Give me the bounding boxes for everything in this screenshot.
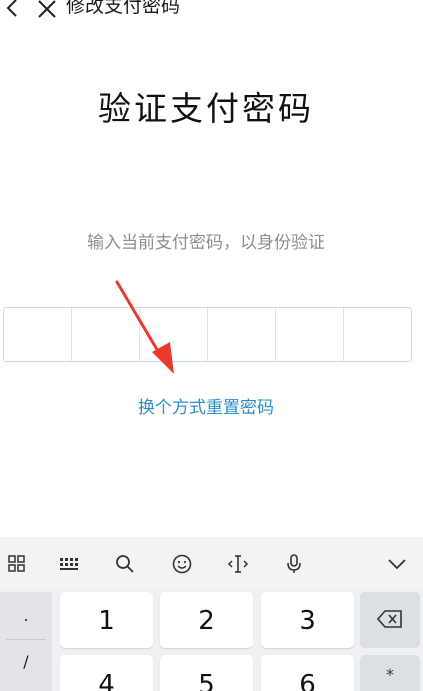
delete-button[interactable] (360, 592, 420, 648)
key-6[interactable]: 6 (261, 655, 354, 691)
search-icon[interactable] (114, 553, 136, 575)
star-key[interactable]: * (360, 655, 420, 691)
nav-title: 修改支付密码 (66, 0, 181, 17)
key-4[interactable]: 4 (60, 655, 153, 691)
cursor-icon[interactable] (227, 553, 249, 575)
symbol-column: . / (0, 592, 52, 691)
page-title: 验证支付密码 (98, 89, 314, 128)
key-3[interactable]: 3 (261, 592, 354, 648)
divider (6, 639, 46, 640)
annotation-arrow-icon (115, 280, 174, 374)
top-nav: 修改支付密码 (0, 0, 423, 28)
instruction-text: 输入当前支付密码，以身份验证 (87, 233, 325, 253)
mic-icon[interactable] (283, 553, 305, 575)
keyboard-toolbar (0, 537, 423, 590)
chevron-left-icon[interactable] (4, 0, 20, 18)
close-icon[interactable] (36, 0, 58, 20)
chevron-down-icon[interactable] (386, 553, 408, 575)
key-5[interactable]: 5 (160, 655, 253, 691)
pin-cell[interactable] (344, 308, 411, 361)
backspace-icon (377, 610, 402, 628)
slash-key[interactable]: / (0, 642, 52, 686)
pin-cell[interactable] (208, 308, 276, 361)
reset-password-link[interactable]: 换个方式重置密码 (0, 396, 412, 420)
pin-cell[interactable] (4, 308, 72, 361)
pin-cell[interactable] (276, 308, 344, 361)
keyboard-icon[interactable] (58, 553, 80, 575)
emoji-icon[interactable] (171, 553, 193, 575)
key-2[interactable]: 2 (160, 592, 253, 648)
pin-input[interactable] (3, 307, 412, 362)
dot-key[interactable]: . (0, 596, 52, 640)
grid-icon[interactable] (6, 553, 28, 575)
key-1[interactable]: 1 (60, 592, 153, 648)
keyboard: . / 1 2 3 4 5 6 * (0, 537, 423, 691)
